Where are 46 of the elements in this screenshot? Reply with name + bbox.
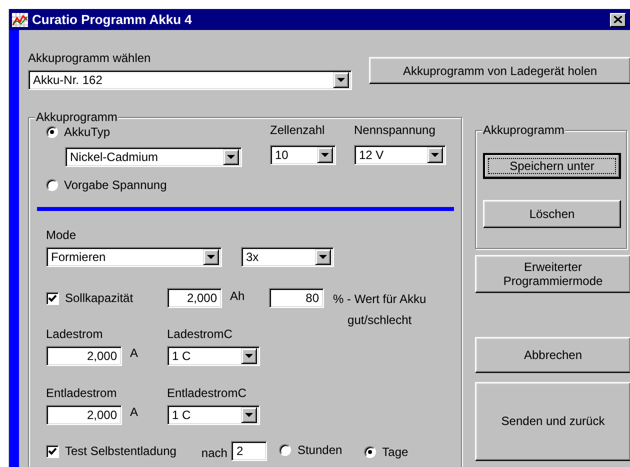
- checkbox[interactable]: Sollkapazität: [46, 291, 134, 305]
- app-icon: [12, 12, 28, 27]
- field-label: Zellenzahl: [270, 123, 326, 137]
- radio-option[interactable]: Tage: [364, 445, 408, 459]
- radio-option[interactable]: AkkuTyp: [46, 125, 110, 139]
- field-label: Mode: [46, 228, 78, 242]
- field-label: Ladestrom: [46, 327, 104, 341]
- input-field[interactable]: 2,000: [167, 288, 222, 308]
- action-button[interactable]: Erweiterter Programmiermode: [475, 254, 630, 292]
- hint-text: % - Wert für Akku gut/schlecht: [333, 291, 426, 329]
- fetch-button[interactable]: Akkuprogramm von Ladegerät holen: [369, 57, 630, 84]
- close-icon: [614, 16, 622, 23]
- field-label: Entladestrom: [46, 386, 118, 400]
- action-button[interactable]: Speichern unter: [483, 152, 621, 178]
- dropdown[interactable]: Formieren: [46, 247, 222, 267]
- field-label: EntladestromC: [167, 386, 248, 400]
- unit-label: A: [130, 405, 138, 419]
- program-dropdown[interactable]: Akku-Nr. 162: [28, 70, 352, 90]
- checkbox[interactable]: Test Selbstentladung: [46, 444, 176, 458]
- dropdown[interactable]: Nickel-Cadmium: [65, 147, 242, 167]
- radio-option[interactable]: Stunden: [279, 443, 342, 457]
- dropdown[interactable]: 3x: [241, 247, 334, 267]
- group-legend: Akkuprogramm: [35, 110, 118, 124]
- unit-label: A: [130, 346, 138, 360]
- check-mark-icon: [48, 294, 57, 302]
- radio-option[interactable]: Vorgabe Spannung: [46, 178, 167, 192]
- field-label: nach: [201, 446, 228, 460]
- dropdown[interactable]: 1 C: [167, 405, 260, 425]
- check-mark-icon: [48, 446, 57, 456]
- close-button[interactable]: [610, 12, 626, 26]
- input-field[interactable]: 80: [269, 288, 324, 308]
- window-title: Curatio Programm Akku 4: [32, 12, 192, 26]
- input-field[interactable]: 2,000: [46, 405, 122, 425]
- field-label: Akkuprogramm wählen: [28, 51, 152, 65]
- field-label: Nennspannung: [354, 123, 436, 137]
- unit-label: Ah: [230, 289, 246, 303]
- dropdown[interactable]: 1 C: [167, 346, 260, 366]
- action-button[interactable]: Abbrechen: [475, 336, 630, 372]
- action-button[interactable]: Senden und zurück: [475, 382, 630, 460]
- input-field[interactable]: 2,000: [46, 346, 122, 366]
- group-legend: Akkuprogramm: [482, 122, 566, 136]
- dropdown[interactable]: 10: [270, 145, 336, 165]
- input-field[interactable]: 2: [231, 441, 268, 461]
- field-label: LadestromC: [167, 327, 234, 341]
- action-button[interactable]: Löschen: [483, 200, 621, 228]
- dropdown[interactable]: 12 V: [354, 145, 446, 165]
